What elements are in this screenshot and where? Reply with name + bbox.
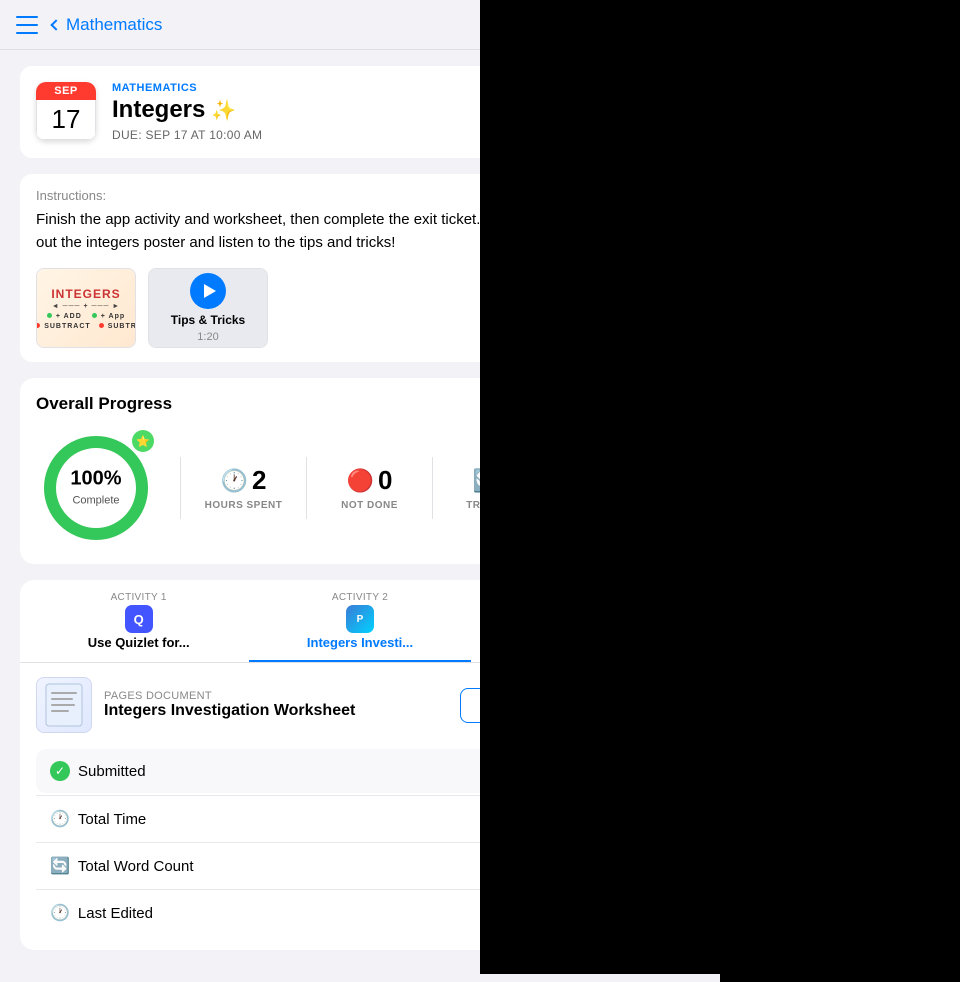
video-duration: 1:20 (197, 331, 218, 343)
doc-info: PAGES DOCUMENT Integers Investigation Wo… (104, 690, 448, 720)
calendar-icon: SEP 17 (36, 82, 96, 140)
word-count-label: Total Word Count (78, 858, 194, 875)
due-date: DUE: SEP 17 AT 10:00 AM (112, 128, 468, 142)
doc-type: PAGES DOCUMENT (104, 690, 448, 702)
hours-value: 2 (252, 465, 266, 496)
hours-icon: 🕐 (221, 468, 248, 494)
total-time-icon: 🕐 (50, 809, 70, 829)
calendar-day: 17 (36, 100, 96, 140)
stat-hours-spent: 🕐 2 HOURS SPENT (180, 457, 306, 519)
tips-tricks-video-attachment[interactable]: Tips & Tricks 1:20 (148, 268, 268, 348)
donut-center: 100% Complete (70, 468, 121, 509)
tab2-number: ACTIVITY 2 (332, 592, 388, 603)
not-done-icon: 🔴 (347, 468, 374, 494)
assignment-info: MATHEMATICS Integers ✨ DUE: SEP 17 AT 10… (112, 82, 468, 142)
hours-label: HOURS SPENT (205, 500, 283, 511)
title-text: Integers (112, 96, 205, 124)
tab-activity2[interactable]: ACTIVITY 2 P Integers Investi... (249, 580, 470, 662)
integers-poster-attachment[interactable]: INTEGERS ◄ ─── + ─── ► + ADD + App SUBTR… (36, 268, 136, 348)
assignment-title: Integers ✨ (112, 96, 468, 124)
last-edited-icon: 🕐 (50, 903, 70, 923)
calendar-month: SEP (36, 82, 96, 100)
submitted-check-icon: ✓ (50, 761, 70, 781)
word-count-icon: 🔄 (50, 856, 70, 876)
total-time-label: Total Time (78, 811, 146, 828)
not-done-value: 0 (378, 465, 392, 496)
tab2-name: Integers Investi... (307, 635, 413, 650)
not-done-label: NOT DONE (341, 500, 398, 511)
tab1-number: ACTIVITY 1 (111, 592, 167, 603)
back-button[interactable]: Mathematics (52, 15, 162, 35)
video-label: Tips & Tricks (171, 313, 245, 327)
sparkle-icon: ✨ (211, 98, 236, 123)
main-panel: Mathematics SEP (0, 0, 720, 982)
last-edited-label: Last Edited (78, 905, 153, 922)
progress-donut: 100% Complete ⭐ (36, 428, 156, 548)
chevron-left-icon (50, 19, 61, 30)
subject-label: MATHEMATICS (112, 82, 468, 94)
donut-percent: 100% (70, 468, 121, 491)
doc-name: Integers Investigation Worksheet (104, 702, 448, 720)
sidebar-toggle-button[interactable] (16, 16, 40, 34)
tab1-name: Use Quizlet for... (88, 635, 190, 650)
back-label: Mathematics (66, 15, 162, 35)
donut-label: Complete (72, 495, 119, 507)
play-button-icon (190, 273, 226, 309)
right-panel (480, 0, 720, 974)
quizlet-icon: Q (125, 605, 153, 633)
submitted-label: Submitted (78, 763, 146, 780)
document-thumbnail (36, 677, 92, 733)
stat-not-done: 🔴 0 NOT DONE (306, 457, 432, 519)
star-badge: ⭐ (132, 430, 154, 452)
pages-icon: P (346, 605, 374, 633)
submitted-left: ✓ Submitted (50, 761, 146, 781)
tab-activity1[interactable]: ACTIVITY 1 Q Use Quizlet for... (28, 580, 249, 662)
